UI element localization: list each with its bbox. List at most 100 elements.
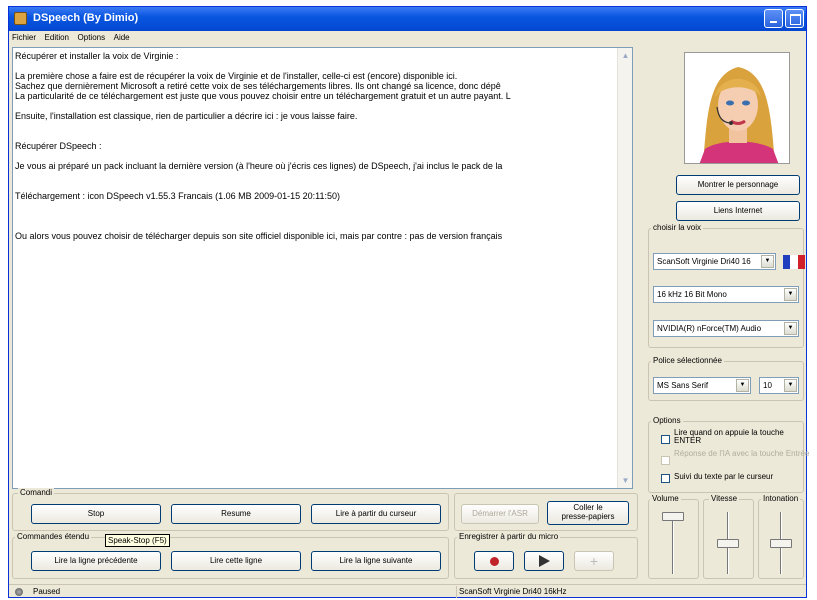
- record-icon: [489, 557, 499, 566]
- scroll-up-icon[interactable]: ▲: [619, 49, 632, 62]
- document-line: La première chose a faire est de récupér…: [15, 71, 458, 81]
- flag-red-stripe: [797, 255, 805, 269]
- read-next-line-button[interactable]: Lire la ligne suivante: [311, 551, 441, 571]
- paste-label-line2: presse-papiers: [561, 512, 615, 521]
- option-read-on-enter-label: Lire quand on appuie la touche ENTER: [674, 428, 784, 445]
- extended-commands-label: Commandes étendu: [15, 532, 92, 541]
- voice-label: choisir la voix: [651, 223, 704, 232]
- voice-engine-select[interactable]: ScanSoft Virginie Dri40 16 ▼: [653, 253, 776, 270]
- plus-icon: +: [589, 553, 599, 569]
- flag-blue-stripe: [783, 255, 791, 269]
- title-bar[interactable]: DSpeech (By Dimio): [9, 7, 806, 31]
- voice-engine-value: ScanSoft Virginie Dri40 16: [657, 257, 751, 266]
- menu-edition[interactable]: Edition: [45, 33, 69, 42]
- audio-device-value: NVIDIA(R) nForce(TM) Audio: [657, 324, 762, 333]
- tooltip: Speak-Stop (F5): [105, 534, 170, 547]
- stop-button[interactable]: Stop: [31, 504, 161, 524]
- volume-slider-knob[interactable]: [662, 512, 684, 521]
- option-read-on-enter-checkbox[interactable]: [661, 435, 670, 444]
- status-state: Paused: [33, 587, 61, 596]
- character-image: [685, 53, 789, 163]
- minimize-button[interactable]: [764, 9, 783, 28]
- status-voice: ScanSoft Virginie Dri40 16kHz: [456, 586, 806, 598]
- window-title: DSpeech (By Dimio): [33, 12, 139, 24]
- chevron-down-icon[interactable]: ▼: [784, 322, 797, 335]
- option-ai-reply-checkbox[interactable]: [661, 456, 670, 465]
- comandi-label: Comandi: [18, 488, 55, 497]
- volume-label: Volume: [650, 494, 681, 503]
- read-this-line-button[interactable]: Lire cette ligne: [171, 551, 301, 571]
- document-line: [15, 211, 619, 221]
- status-led-icon: [15, 588, 23, 596]
- status-bar: Paused ScanSoft Virginie Dri40 16kHz: [9, 584, 806, 598]
- add-button[interactable]: +: [574, 551, 614, 571]
- speed-slider-knob[interactable]: [717, 539, 739, 548]
- document-line: [15, 171, 619, 181]
- speed-slider[interactable]: [716, 512, 740, 576]
- menu-aide[interactable]: Aide: [114, 33, 130, 42]
- microphone-label: Enregistrer à partir du micro: [457, 532, 561, 541]
- flag-white-stripe: [790, 255, 798, 269]
- document-line: [15, 101, 619, 111]
- read-from-cursor-button[interactable]: Lire à partir du curseur: [311, 504, 441, 524]
- maximize-button[interactable]: [785, 9, 804, 28]
- audio-format-select[interactable]: 16 kHz 16 Bit Mono ▼: [653, 286, 799, 303]
- document-line: [15, 181, 619, 191]
- app-window: DSpeech (By Dimio) Fichier Edition Optio…: [8, 6, 810, 598]
- document-line: [15, 221, 619, 231]
- record-button[interactable]: [474, 551, 514, 571]
- chevron-down-icon[interactable]: ▼: [784, 288, 797, 301]
- french-flag-icon: [783, 255, 805, 269]
- document-line: [15, 151, 619, 161]
- option-ai-reply-label: Réponse de l'IA avec la touche Entrée: [674, 449, 810, 458]
- show-character-button[interactable]: Montrer le personnage: [676, 175, 800, 195]
- intonation-slider-knob[interactable]: [770, 539, 792, 548]
- resume-button[interactable]: Resume: [171, 504, 301, 524]
- volume-slider-track: [672, 512, 674, 574]
- document-line: [15, 131, 619, 141]
- document-line: Je vous ai préparé un pack incluant la d…: [15, 161, 503, 171]
- intonation-label: Intonation: [761, 494, 801, 503]
- intonation-slider[interactable]: [769, 512, 793, 576]
- document-line: Récupérer et installer la voix de Virgin…: [15, 51, 179, 61]
- document-line: [15, 61, 619, 71]
- chevron-down-icon[interactable]: ▼: [736, 379, 749, 392]
- character-portrait: [684, 52, 790, 164]
- menu-options[interactable]: Options: [78, 33, 106, 42]
- font-family-select[interactable]: MS Sans Serif ▼: [653, 377, 751, 394]
- document-line: Ou alors vous pouvez choisir de téléchar…: [15, 231, 503, 241]
- chevron-down-icon[interactable]: ▼: [784, 379, 797, 392]
- play-button[interactable]: [524, 551, 564, 571]
- document-line: Sachez que dernièrement Microsoft a reti…: [15, 81, 501, 91]
- read-previous-line-button[interactable]: Lire la ligne précédente: [31, 551, 161, 571]
- paste-label-line1: Coller le: [573, 503, 603, 512]
- document-text-area[interactable]: Récupérer et installer la voix de Virgin…: [12, 47, 633, 489]
- document-line: Récupérer DSpeech :: [15, 141, 102, 151]
- menu-fichier[interactable]: Fichier: [12, 33, 36, 42]
- vertical-scrollbar[interactable]: ▲ ▼: [617, 48, 632, 488]
- start-asr-button[interactable]: Démarrer l'ASR: [461, 504, 539, 524]
- document-line: Téléchargement : icon DSpeech v1.55.3 Fr…: [15, 191, 341, 201]
- play-icon: [538, 555, 550, 567]
- audio-device-select[interactable]: NVIDIA(R) nForce(TM) Audio ▼: [653, 320, 799, 337]
- scroll-down-icon[interactable]: ▼: [619, 474, 632, 487]
- speed-label: Vitesse: [709, 494, 740, 503]
- document-text: Récupérer et installer la voix de Virgin…: [15, 51, 619, 241]
- option-follow-cursor-label: Suivi du texte par le curseur: [674, 472, 774, 481]
- document-line: La particularité de ce téléchargement es…: [15, 91, 511, 101]
- options-label: Options: [651, 416, 683, 425]
- document-line: [15, 201, 619, 211]
- paste-clipboard-button[interactable]: Coller le presse-papiers: [547, 501, 629, 525]
- internet-links-button[interactable]: Liens Internet: [676, 201, 800, 221]
- font-family-value: MS Sans Serif: [657, 381, 709, 390]
- option-follow-cursor-checkbox[interactable]: [661, 474, 670, 483]
- audio-format-value: 16 kHz 16 Bit Mono: [657, 290, 727, 299]
- menu-bar: Fichier Edition Options Aide: [9, 32, 806, 45]
- document-line: [15, 121, 619, 131]
- font-size-select[interactable]: 10 ▼: [759, 377, 799, 394]
- document-line: Ensuite, l'installation est classique, r…: [15, 111, 358, 121]
- volume-slider[interactable]: [661, 512, 685, 576]
- font-label: Police sélectionnée: [651, 356, 724, 365]
- chevron-down-icon[interactable]: ▼: [761, 255, 774, 268]
- app-icon: [14, 12, 27, 25]
